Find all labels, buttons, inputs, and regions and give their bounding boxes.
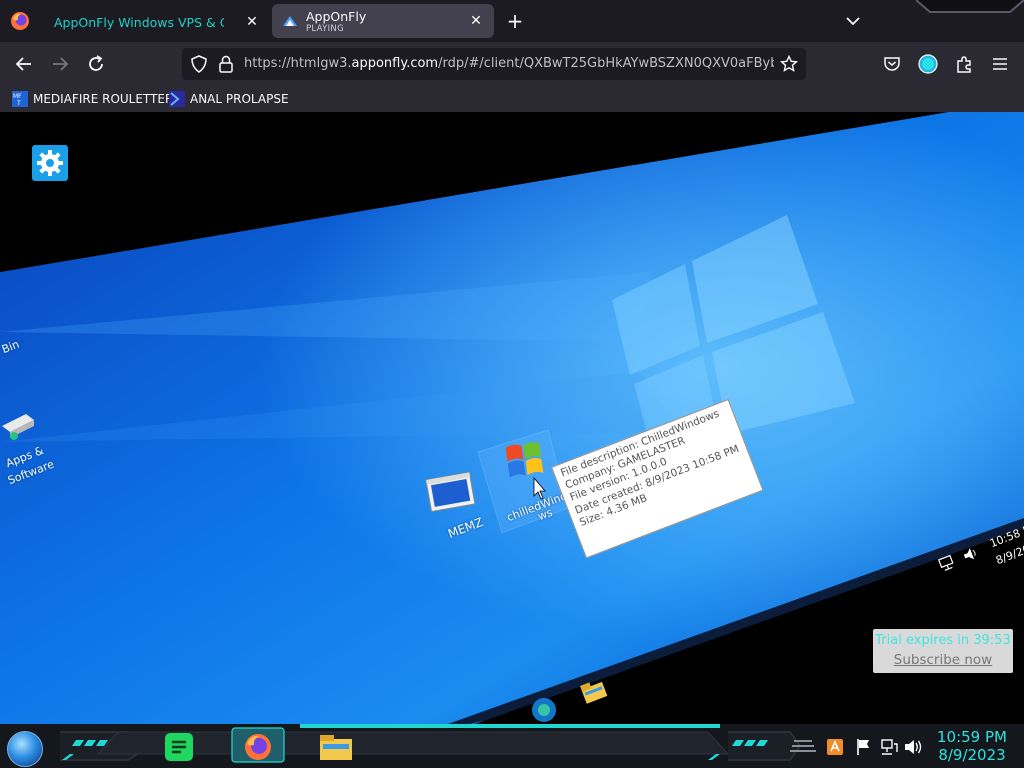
- tab-apponfly-active[interactable]: AppOnFly PLAYING ✕: [272, 4, 494, 38]
- bookmark-mediafire-rouletter[interactable]: MF T MEDIAFIRE ROULETTER: [12, 90, 173, 108]
- close-tab-icon[interactable]: ✕: [468, 13, 484, 29]
- bookmark-label: ANAL PROLAPSE: [190, 92, 289, 106]
- settings-gear-button[interactable]: [32, 145, 68, 181]
- taskbar-clock[interactable]: 10:59 PM 8/9/2023: [930, 728, 1014, 764]
- tab-title: AppOnFly Windows VPS & Clo: [54, 14, 224, 30]
- remote-edge-icon[interactable]: [532, 698, 556, 722]
- shield-icon[interactable]: [190, 55, 208, 73]
- remote-network-icon[interactable]: [937, 554, 955, 572]
- bookmark-label: MEDIAFIRE ROULETTER: [33, 92, 174, 106]
- svg-text:T: T: [16, 100, 21, 107]
- back-arrow-icon[interactable]: [12, 52, 36, 76]
- rotated-windows-desktop[interactable]: [0, 112, 1024, 724]
- remote-desktop-viewport[interactable]: Bin Apps & Software MEMZ chilledWind ws …: [0, 112, 1024, 724]
- svg-text:MF: MF: [13, 93, 22, 100]
- chevron-down-icon[interactable]: [842, 10, 864, 32]
- spotify-icon[interactable]: [164, 732, 194, 762]
- tab-title: AppOnFly: [306, 8, 367, 24]
- trial-expiry-text: Trial expires in 39:53: [875, 633, 1011, 648]
- tab-apponfly-vps[interactable]: AppOnFly Windows VPS & Clo ✕: [44, 4, 270, 40]
- navigation-toolbar: https://htmlgw3.apponfly.com/rdp/#/clien…: [0, 42, 1024, 86]
- firefox-icon[interactable]: [242, 731, 274, 763]
- bookmarks-toolbar: MF T MEDIAFIRE ROULETTER ANAL PROLAPSE: [0, 86, 1024, 112]
- memz-icon[interactable]: [425, 471, 476, 513]
- bookmark-anal-prolapse[interactable]: ANAL PROLAPSE: [169, 90, 289, 108]
- desktop-wallpaper: [0, 112, 1024, 724]
- forward-arrow-icon[interactable]: [48, 52, 72, 76]
- firefox-logo-icon[interactable]: [10, 11, 30, 31]
- titlebar-decoration: [916, 0, 1024, 13]
- lock-icon[interactable]: [218, 55, 234, 73]
- url-text[interactable]: https://htmlgw3.apponfly.com/rdp/#/clien…: [244, 56, 774, 71]
- tab-bar: AppOnFly Windows VPS & Clo ✕ AppOnFly PL…: [0, 0, 1024, 42]
- taskbar-date: 8/9/2023: [938, 746, 1006, 764]
- mediafire-icon: MF T: [12, 91, 28, 107]
- remote-volume-icon[interactable]: [962, 547, 977, 562]
- hamburger-menu-icon[interactable]: [990, 54, 1010, 74]
- apponfly-tab-icon: [283, 16, 297, 26]
- taskbar-time: 10:59 PM: [937, 728, 1007, 746]
- start-orb-button[interactable]: [7, 731, 43, 767]
- bookmark-star-icon[interactable]: [780, 55, 798, 73]
- app-tray-icon[interactable]: [826, 738, 844, 756]
- taskbar-stack-icon[interactable]: [790, 738, 816, 756]
- close-tab-icon[interactable]: ✕: [244, 14, 260, 30]
- file-explorer-icon[interactable]: [318, 732, 354, 762]
- gear-icon: [37, 150, 63, 176]
- new-tab-button[interactable]: +: [504, 8, 526, 34]
- volume-icon[interactable]: [904, 738, 924, 756]
- subscribe-now-link[interactable]: Subscribe now: [873, 652, 1013, 668]
- network-icon[interactable]: [880, 738, 898, 756]
- account-avatar-icon[interactable]: [918, 54, 938, 74]
- tab-playing-label: PLAYING: [306, 23, 344, 34]
- extensions-puzzle-icon[interactable]: [954, 54, 974, 74]
- flag-icon[interactable]: [856, 738, 872, 756]
- address-bar[interactable]: https://htmlgw3.apponfly.com/rdp/#/clien…: [182, 48, 806, 80]
- reload-icon[interactable]: [84, 52, 108, 76]
- trial-banner: Trial expires in 39:53 Subscribe now: [873, 629, 1013, 673]
- pocket-icon[interactable]: [882, 54, 902, 74]
- host-taskbar: 10:59 PM 8/9/2023: [0, 724, 1024, 768]
- bookmark-chevron-icon: [169, 91, 185, 107]
